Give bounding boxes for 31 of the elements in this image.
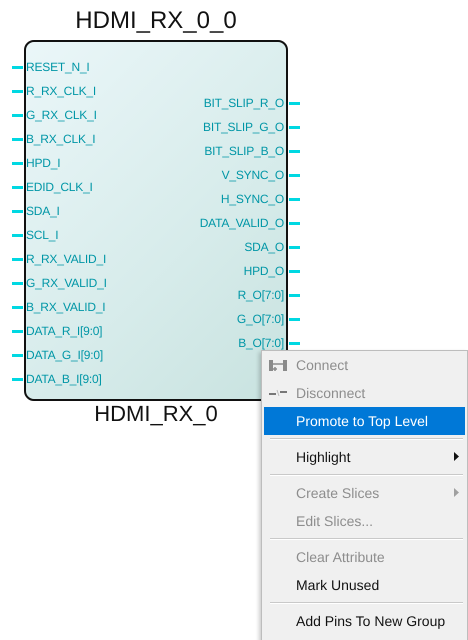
pin-label: B_RX_VALID_I [26,300,106,314]
pin-label: R_O[7:0] [238,288,284,302]
pin-label: SDA_O [244,240,284,254]
menu-item[interactable]: Mark Unused [264,571,465,599]
pin-label: R_RX_VALID_I [26,252,106,266]
pin-label: HPD_O [244,264,284,278]
pin-label: HPD_I [26,156,60,170]
block-instance-name: HDMI_RX_0_0 [75,6,237,36]
pin-label: G_O[7:0] [236,312,284,326]
pin-label: RESET_N_I [26,60,90,74]
pin-label: SDA_I [26,204,60,218]
pin-label: G_RX_VALID_I [26,276,107,290]
pin-label: DATA_R_I[9:0] [26,324,102,338]
pin-label: DATA_G_I[9:0] [26,348,103,362]
menu-item[interactable]: Add Pins To New Group [264,607,465,635]
menu-item[interactable]: Promote to Top Level [264,407,465,435]
pin-label: DATA_B_I[9:0] [26,372,102,386]
pin-label: EDID_CLK_I [26,180,93,194]
pin-label: V_SYNC_O [222,168,284,182]
pin-label: DATA_VALID_O [200,216,284,230]
pin-label: SCL_I [26,228,58,242]
pin-label: BIT_SLIP_B_O [204,144,284,158]
pin-label: B_RX_CLK_I [26,132,96,146]
pin-label: R_RX_CLK_I [26,84,96,98]
pin-label: B_O[7:0] [238,336,284,350]
pin-label: BIT_SLIP_R_O [204,96,284,110]
menu-item[interactable]: Highlight [264,443,465,471]
pin-label: G_RX_CLK_I [26,108,97,122]
pin-label: H_SYNC_O [220,192,284,206]
pin-label: BIT_SLIP_G_O [203,120,284,134]
block-cell-name: HDMI_RX_0 [94,401,218,427]
